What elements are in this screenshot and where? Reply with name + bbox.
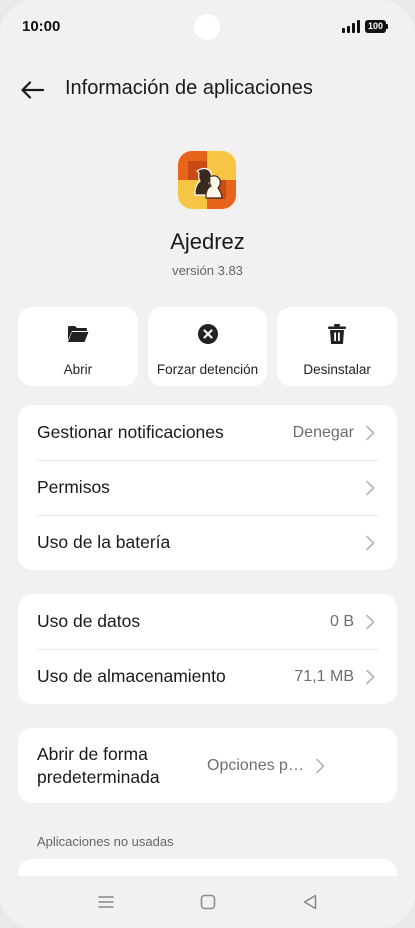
chevron-right-icon bbox=[364, 480, 376, 496]
uninstall-button[interactable]: Desinstalar bbox=[277, 307, 398, 386]
menu-icon bbox=[98, 896, 114, 908]
unused-apps-section-title: Aplicaciones no usadas bbox=[37, 834, 174, 849]
row-label: Uso de almacenamiento bbox=[37, 666, 226, 686]
row-label: Uso de la batería bbox=[37, 532, 171, 552]
action-buttons: Abrir Forzar detención Desinstalar bbox=[18, 307, 398, 386]
chevron-right-icon bbox=[364, 669, 376, 685]
row-label: Permisos bbox=[37, 477, 110, 497]
settings-group-general: Gestionar notificaciones Denegar Permiso… bbox=[18, 405, 397, 570]
chevron-right-icon bbox=[364, 614, 376, 630]
app-name: Ajedrez bbox=[170, 229, 245, 254]
row-value: 0 B bbox=[329, 612, 354, 630]
menu-nav-button[interactable] bbox=[94, 890, 118, 914]
chevron-right-icon bbox=[364, 425, 376, 441]
chess-knight-app-icon bbox=[178, 151, 236, 209]
trash-icon bbox=[327, 323, 347, 345]
status-bar: 10:00 100 bbox=[0, 0, 415, 54]
app-header: Información de aplicaciones bbox=[0, 70, 415, 110]
permissions-row[interactable]: Permisos bbox=[18, 460, 397, 515]
status-time: 10:00 bbox=[22, 18, 61, 35]
arrow-left-icon bbox=[21, 81, 44, 99]
open-by-default-row[interactable]: Abrir de forma predeterminada Opciones p… bbox=[18, 728, 397, 803]
app-version: versión 3.83 bbox=[172, 263, 243, 278]
row-label: Abrir de forma predeterminada bbox=[37, 743, 160, 787]
row-value: Opciones p… bbox=[207, 756, 304, 774]
storage-usage-row[interactable]: Uso de almacenamiento 71,1 MB bbox=[18, 649, 397, 704]
force-stop-label: Forzar detención bbox=[156, 362, 259, 377]
stop-circle-icon bbox=[197, 323, 219, 345]
home-square-icon bbox=[200, 894, 216, 910]
chevron-right-icon bbox=[314, 758, 326, 774]
status-icons: 100 bbox=[341, 20, 388, 33]
row-label: Uso de datos bbox=[37, 611, 141, 631]
row-label: Gestionar notificaciones bbox=[37, 422, 224, 442]
navigation-bar bbox=[0, 876, 415, 928]
home-nav-button[interactable] bbox=[196, 890, 220, 914]
page-title: Información de aplicaciones bbox=[65, 77, 313, 99]
settings-group-defaults: Abrir de forma predeterminada Opciones p… bbox=[18, 728, 397, 803]
battery-level: 100 bbox=[364, 20, 386, 33]
open-label: Abrir bbox=[63, 362, 93, 377]
chevron-right-icon bbox=[364, 535, 376, 551]
signal-icon bbox=[341, 20, 360, 33]
settings-group-usage: Uso de datos 0 B Uso de almacenamiento 7… bbox=[18, 594, 397, 704]
folder-open-icon bbox=[67, 323, 89, 345]
back-button[interactable] bbox=[18, 77, 46, 103]
battery-usage-row[interactable]: Uso de la batería bbox=[18, 515, 397, 570]
force-stop-button[interactable]: Forzar detención bbox=[147, 307, 268, 386]
camera-cutout bbox=[194, 14, 220, 40]
row-value: 71,1 MB bbox=[294, 667, 354, 685]
battery-icon: 100 bbox=[364, 20, 388, 33]
back-triangle-icon bbox=[303, 894, 317, 910]
app-info-screen: 10:00 100 Información de aplicaciones Aj… bbox=[0, 0, 415, 928]
data-usage-row[interactable]: Uso de datos 0 B bbox=[18, 594, 397, 649]
back-nav-button[interactable] bbox=[298, 890, 322, 914]
uninstall-label: Desinstalar bbox=[303, 362, 371, 377]
manage-notifications-row[interactable]: Gestionar notificaciones Denegar bbox=[18, 405, 397, 460]
row-value: Denegar bbox=[292, 423, 354, 441]
open-button[interactable]: Abrir bbox=[18, 307, 138, 386]
